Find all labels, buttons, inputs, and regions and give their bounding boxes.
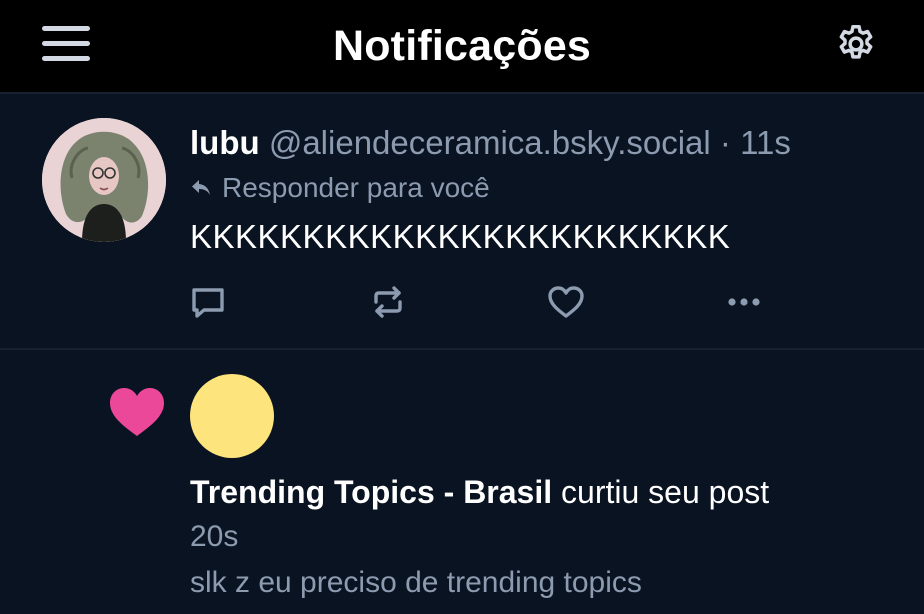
- post-author-line: lubu @aliendeceramica.bsky.social · 11s: [190, 124, 791, 162]
- notification-text: Trending Topics - Brasil curtiu seu post: [190, 474, 769, 511]
- avatar[interactable]: [190, 374, 274, 458]
- reply-arrow-icon: [192, 180, 210, 195]
- avatar[interactable]: [42, 118, 166, 242]
- post-time: 11s: [740, 124, 791, 161]
- repost-icon[interactable]: [368, 282, 408, 322]
- more-icon[interactable]: [724, 282, 764, 322]
- reply-icon[interactable]: [188, 282, 228, 322]
- reply-indicator: Responder para você: [190, 172, 490, 204]
- avatar-illustration: [42, 118, 166, 242]
- notification-time: 20s: [190, 520, 239, 553]
- post-preview[interactable]: slk z eu preciso de trending topics: [190, 566, 642, 600]
- hamburger-menu-icon[interactable]: [40, 24, 94, 64]
- post-text: KKKKKKKKKKKKKKKKKKKKKKKK: [190, 218, 731, 255]
- gear-icon[interactable]: [834, 22, 878, 66]
- author-handle[interactable]: @aliendeceramica.bsky.social: [269, 124, 711, 161]
- separator: ·: [719, 124, 731, 161]
- author-name[interactable]: lubu: [190, 124, 260, 161]
- actor-name[interactable]: Trending Topics - Brasil: [190, 474, 552, 510]
- reply-label: Responder para você: [222, 172, 490, 203]
- reply-notification[interactable]: lubu @aliendeceramica.bsky.social · 11s …: [0, 94, 924, 348]
- like-icon[interactable]: [546, 282, 586, 322]
- action-text: curtiu seu post: [561, 474, 770, 510]
- page-title: Notificações: [332, 21, 592, 70]
- heart-icon: [110, 388, 164, 436]
- top-bar: Notificações: [0, 0, 924, 92]
- like-notification[interactable]: Trending Topics - Brasil curtiu seu post…: [0, 350, 924, 614]
- post-actions: [188, 282, 788, 322]
